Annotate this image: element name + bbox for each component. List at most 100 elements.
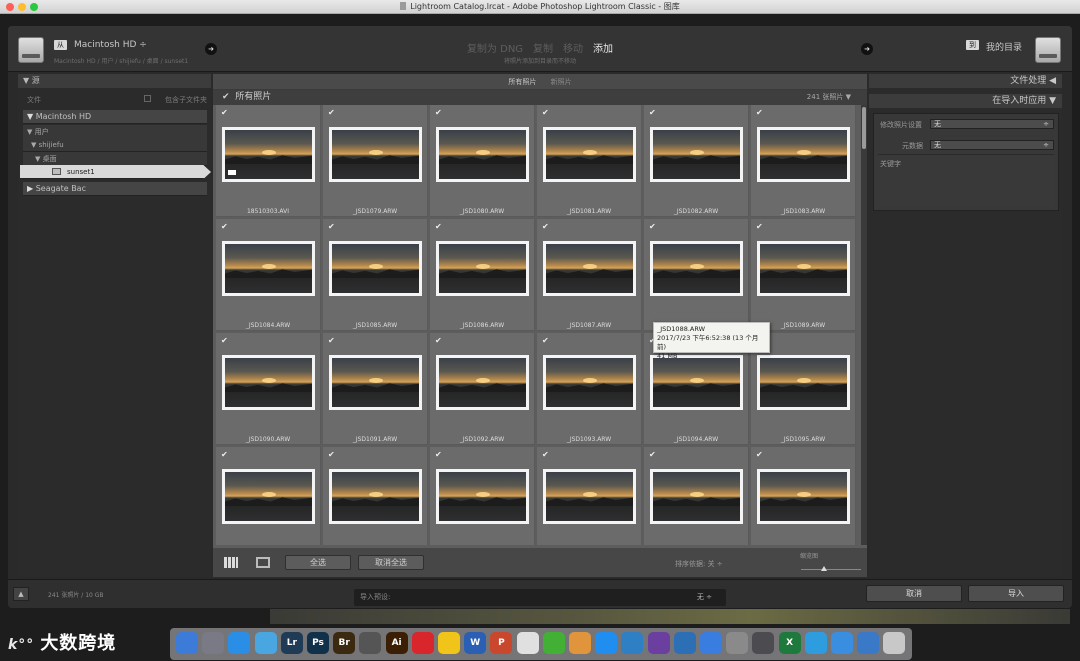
grid-scroll-thumb[interactable]	[862, 107, 866, 149]
photo-cell[interactable]: ✔	[216, 447, 321, 545]
photo-thumbnail[interactable]	[329, 127, 422, 182]
select-all-button[interactable]: 全选	[285, 555, 351, 570]
dock-app-icon[interactable]	[411, 632, 434, 654]
photo-thumbnail[interactable]	[757, 241, 850, 296]
dock-app-icon[interactable]	[176, 632, 198, 654]
tree-item-seagate[interactable]: ▶ Seagate Bac	[23, 182, 207, 196]
photo-thumbnail[interactable]	[543, 355, 636, 410]
photo-cell[interactable]: ✔ _JSD1080.ARW	[430, 105, 535, 217]
photo-cell[interactable]: ✔ _JSD1079.ARW	[323, 105, 428, 217]
develop-settings-select[interactable]: 无 ÷	[930, 119, 1054, 129]
photo-thumbnail[interactable]	[543, 241, 636, 296]
metadata-select[interactable]: 无 ÷	[930, 140, 1054, 150]
photo-checkbox[interactable]: ✔	[435, 223, 443, 231]
dock-app-icon[interactable]	[254, 632, 277, 654]
dock-app-icon[interactable]	[202, 632, 225, 654]
photo-thumbnail[interactable]	[650, 469, 743, 524]
photo-thumbnail[interactable]	[436, 469, 529, 524]
tree-item-sunset1[interactable]: sunset1	[20, 165, 211, 179]
dock-app-icon[interactable]	[542, 632, 565, 654]
photo-cell[interactable]: ✔ _JSD1084.ARW	[216, 219, 321, 331]
dock-app-icon[interactable]: Br	[333, 632, 356, 654]
photo-thumbnail[interactable]	[650, 241, 743, 296]
dock-app-icon[interactable]	[516, 632, 539, 654]
dock-app-icon[interactable]	[569, 632, 591, 654]
dock-app-icon[interactable]	[647, 632, 670, 654]
photo-checkbox[interactable]: ✔	[542, 337, 550, 345]
photo-cell[interactable]: ✔	[644, 447, 749, 545]
photo-checkbox[interactable]: ✔	[328, 109, 336, 117]
photo-cell[interactable]: ✔	[323, 447, 428, 545]
grid-scrollbar[interactable]	[861, 105, 867, 545]
deselect-all-button[interactable]: 取消全选	[358, 555, 424, 570]
photo-checkbox[interactable]: ✔	[435, 451, 443, 459]
dock-app-icon[interactable]	[857, 632, 880, 654]
photo-cell[interactable]: ✔ _JSD1093.ARW	[537, 333, 642, 445]
photo-checkbox[interactable]: ✔	[328, 337, 336, 345]
dock-app-icon[interactable]	[621, 632, 644, 654]
photo-thumbnail[interactable]	[543, 127, 636, 182]
photo-cell[interactable]: ✔ _JSD1091.ARW	[323, 333, 428, 445]
photo-checkbox[interactable]: ✔	[542, 223, 550, 231]
import-preset-selector[interactable]: 导入预设: 无 ÷	[354, 589, 726, 606]
photo-checkbox[interactable]: ✔	[221, 451, 229, 459]
import-mode-0[interactable]: 复制为 DNG	[467, 44, 523, 55]
loupe-view-icon[interactable]	[256, 557, 270, 568]
photo-thumbnail[interactable]	[222, 241, 315, 296]
dock-app-icon[interactable]: W	[464, 632, 487, 654]
photo-checkbox[interactable]: ✔	[435, 337, 443, 345]
photo-checkbox[interactable]: ✔	[328, 223, 336, 231]
photo-thumbnail[interactable]	[650, 127, 743, 182]
dock-app-icon[interactable]	[752, 632, 775, 654]
tree-item-desktop[interactable]: ▼ 桌面	[23, 152, 207, 166]
photo-checkbox[interactable]: ✔	[649, 109, 657, 117]
photo-thumbnail[interactable]	[436, 127, 529, 182]
photo-checkbox[interactable]: ✔	[328, 451, 336, 459]
slider-knob-icon[interactable]	[821, 566, 827, 571]
photo-checkbox[interactable]: ✔	[649, 451, 657, 459]
photo-thumbnail[interactable]	[757, 355, 850, 410]
photo-checkbox[interactable]: ✔	[221, 223, 229, 231]
dock-app-icon[interactable]	[228, 632, 251, 654]
dock-app-icon[interactable]	[831, 632, 853, 654]
keywords-field[interactable]	[878, 154, 1054, 207]
photo-thumbnail[interactable]	[436, 355, 529, 410]
photo-cell[interactable]: ✔	[537, 447, 642, 545]
photo-cell[interactable]: ✔ _JSD1089.ARW	[751, 219, 856, 331]
dock-app-icon[interactable]: Ai	[385, 632, 408, 654]
filter-tab-new[interactable]: 新照片	[551, 78, 572, 86]
photo-cell[interactable]: ✔ _JSD1088.ARW	[644, 219, 749, 331]
dock-app-icon[interactable]	[883, 632, 906, 654]
photo-thumbnail[interactable]	[757, 469, 850, 524]
photo-checkbox[interactable]: ✔	[756, 109, 764, 117]
photo-thumbnail[interactable]	[329, 469, 422, 524]
tree-item-macintosh-hd[interactable]: ▼ Macintosh HD	[23, 110, 207, 124]
check-all-icon[interactable]: ✔	[222, 92, 230, 102]
dock-app-icon[interactable]: Ps	[307, 632, 329, 654]
thumbnail-size-slider[interactable]	[801, 566, 861, 571]
photo-checkbox[interactable]: ✔	[221, 109, 229, 117]
photo-cell[interactable]: ✔ _JSD1087.ARW	[537, 219, 642, 331]
photo-checkbox[interactable]: ✔	[756, 223, 764, 231]
photo-thumbnail[interactable]	[543, 469, 636, 524]
dock-app-icon[interactable]: P	[490, 632, 513, 654]
dock-app-icon[interactable]	[700, 632, 722, 654]
tree-item-shijiefu[interactable]: ▼ shijiefu	[23, 138, 207, 152]
dock-app-icon[interactable]	[726, 632, 749, 654]
filter-tab-all[interactable]: 所有照片	[508, 78, 536, 86]
dock-app-icon[interactable]: X	[778, 632, 801, 654]
apply-during-import-header[interactable]: 在导入时应用 ▼	[869, 94, 1062, 108]
photo-cell[interactable]: ✔ _JSD1081.ARW	[537, 105, 642, 217]
photo-checkbox[interactable]: ✔	[649, 223, 657, 231]
photo-cell[interactable]: ✔ _JSD1086.ARW	[430, 219, 535, 331]
photo-cell[interactable]: ✔ _JSD1090.ARW	[216, 333, 321, 445]
dock-app-icon[interactable]	[359, 632, 382, 654]
photo-thumbnail[interactable]	[222, 355, 315, 410]
photo-cell[interactable]: ✔ _JSD1082.ARW	[644, 105, 749, 217]
import-mode-1[interactable]: 复制	[533, 44, 553, 55]
dock-app-icon[interactable]	[673, 632, 696, 654]
cancel-button[interactable]: 取消	[866, 585, 962, 602]
include-subfolders-checkbox[interactable]	[144, 95, 151, 102]
grid-view-icon[interactable]	[224, 557, 238, 568]
photo-cell[interactable]: ✔ _JSD1092.ARW	[430, 333, 535, 445]
